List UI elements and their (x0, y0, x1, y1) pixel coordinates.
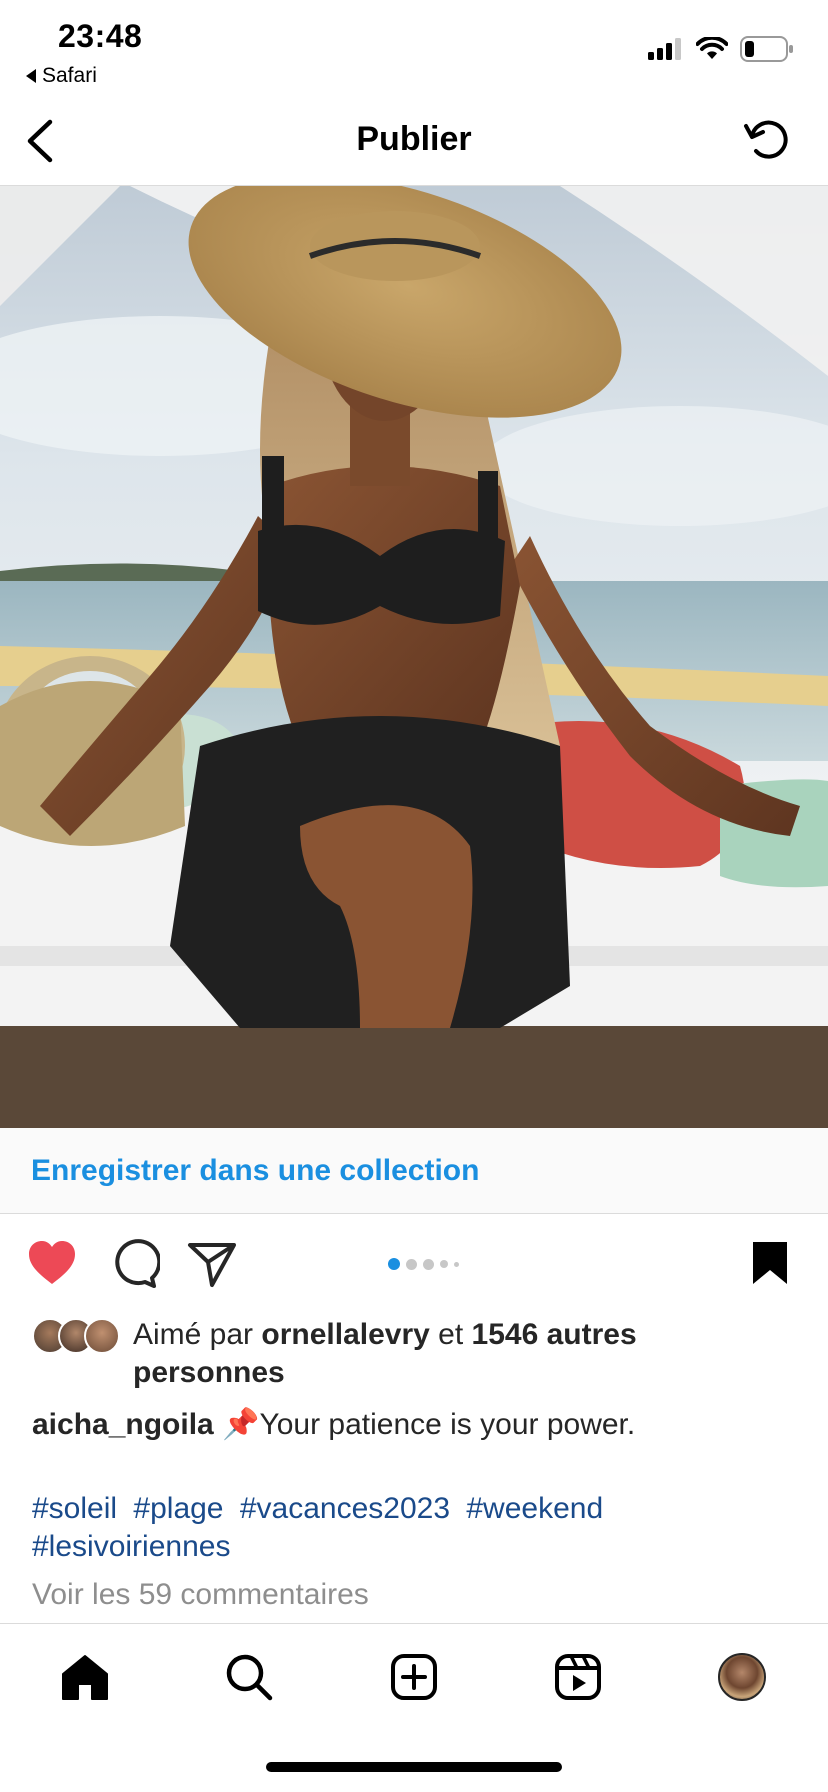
save-to-collection-label[interactable]: Enregistrer dans une collection (31, 1154, 479, 1188)
caption-text: Your patience is your power. (259, 1408, 636, 1441)
save-button[interactable] (748, 1238, 800, 1290)
status-icons (648, 36, 794, 62)
bottom-nav (0, 1623, 828, 1745)
view-comments-link[interactable]: Voir les 59 commentaires (32, 1578, 369, 1612)
hashtag-link[interactable]: #soleil (32, 1492, 117, 1525)
reels-icon (555, 1654, 601, 1700)
home-indicator (266, 1762, 562, 1772)
post-header: Publier (0, 96, 828, 186)
back-app-label: Safari (42, 64, 97, 87)
caption-emoji: 📌 (222, 1408, 260, 1441)
hashtag-link[interactable]: #vacances2023 (240, 1492, 450, 1525)
avatar (718, 1653, 766, 1701)
share-button[interactable] (186, 1238, 238, 1290)
carousel-dot (454, 1261, 459, 1267)
carousel-dot (423, 1258, 434, 1270)
back-to-app[interactable]: Safari (26, 64, 97, 88)
refresh-button[interactable] (742, 114, 792, 164)
add-icon (391, 1654, 437, 1700)
nav-reels[interactable] (551, 1650, 605, 1704)
bookmark-icon (753, 1242, 787, 1284)
hashtag-link[interactable]: #lesivoiriennes (32, 1530, 230, 1563)
caption-username[interactable]: aicha_ngoila (32, 1408, 214, 1441)
comment-button[interactable] (108, 1238, 162, 1290)
heart-icon (29, 1241, 75, 1284)
nav-home[interactable] (58, 1650, 112, 1704)
liker-avatars (32, 1318, 122, 1356)
nav-search[interactable] (222, 1650, 276, 1704)
refresh-icon (744, 120, 788, 159)
home-icon (62, 1655, 108, 1700)
carousel-dot (440, 1260, 448, 1268)
hashtag-link[interactable]: #weekend (466, 1492, 603, 1525)
carousel-indicator (388, 1258, 459, 1270)
back-triangle-icon (26, 69, 36, 83)
carousel-dot-active (388, 1258, 400, 1270)
status-time: 23:48 (58, 18, 143, 54)
avatar (84, 1318, 120, 1354)
comment-icon (115, 1239, 162, 1288)
hashtag-link[interactable]: #plage (133, 1492, 223, 1525)
signal-icon (648, 38, 681, 60)
post-caption: aicha_ngoila 📌Your patience is your powe… (32, 1406, 635, 1444)
status-bar: 23:48 Safari (0, 0, 828, 96)
liker-username[interactable]: ornellalevry (261, 1318, 429, 1351)
page-title: Publier (356, 120, 472, 158)
likes-prefix: Aimé par (133, 1318, 254, 1351)
save-to-collection-bar[interactable]: Enregistrer dans une collection (0, 1128, 828, 1214)
carousel-dot (406, 1258, 417, 1270)
nav-profile[interactable] (715, 1650, 769, 1704)
share-icon (188, 1243, 236, 1287)
battery-icon (740, 36, 793, 62)
hashtags: #soleil #plage #vacances2023 #weekend #l… (32, 1490, 732, 1566)
search-icon (226, 1654, 273, 1701)
post-photo-illustration (0, 186, 828, 1128)
nav-create[interactable] (387, 1650, 441, 1704)
likes-connector: et (438, 1318, 464, 1351)
post-actions (0, 1226, 828, 1300)
post-image[interactable] (0, 186, 828, 1128)
likes-text[interactable]: Aimé par ornellalevry et 1546 autres per… (133, 1316, 773, 1392)
wifi-icon (696, 37, 728, 59)
like-button[interactable] (26, 1238, 78, 1290)
